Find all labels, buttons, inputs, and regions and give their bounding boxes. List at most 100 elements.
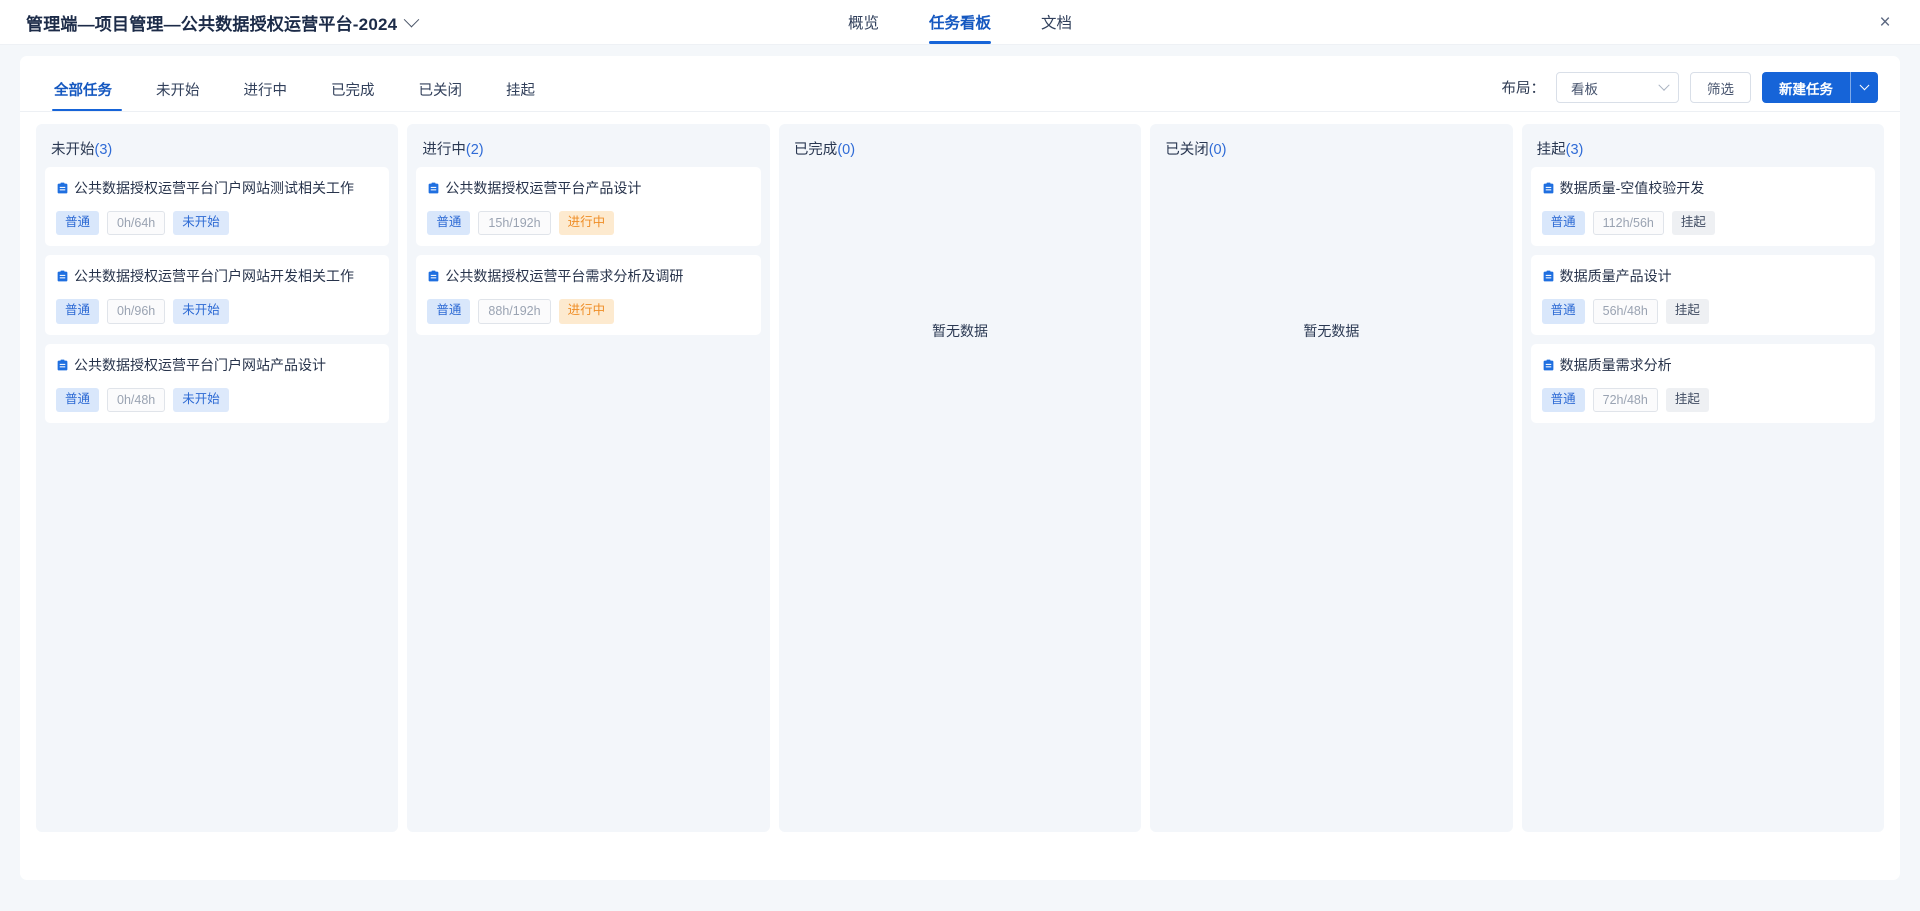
- document-icon: [1542, 358, 1555, 377]
- task-card-tags: 普通 56h/48h 挂起: [1541, 299, 1864, 324]
- column-title: 已关闭: [1165, 142, 1209, 158]
- task-card-title-row: 公共数据授权运营平台产品设计: [427, 179, 749, 200]
- create-task-dropdown-button[interactable]: [1850, 72, 1878, 103]
- task-card[interactable]: 公共数据授权运营平台门户网站开发相关工作普通 0h/96h 未开始: [45, 255, 390, 335]
- task-card-tags: 普通 0h/48h 未开始: [56, 387, 378, 413]
- kanban-column: 已关闭(0) 暂无数据: [1150, 124, 1513, 832]
- task-card-title-row: 数据质量需求分析: [1542, 356, 1864, 377]
- priority-tag: 普通: [56, 299, 100, 324]
- document-icon: [56, 358, 69, 377]
- column-header: 未开始(3): [45, 135, 389, 167]
- column-count: (0): [1208, 142, 1227, 158]
- column-count: (0): [837, 142, 856, 158]
- hours-tag: 15h/192h: [478, 210, 551, 236]
- task-title: 公共数据授权运营平台需求分析及调研: [445, 268, 684, 285]
- hours-tag: 72h/48h: [1592, 387, 1658, 413]
- layout-label: 布局：: [1501, 81, 1546, 97]
- top-nav-tabs: 概览 任务看板 文档: [848, 0, 1072, 44]
- status-filter-tabs: 全部任务 未开始 进行中 已完成 已关闭 挂起: [42, 79, 557, 111]
- status-badge: 未开始: [173, 387, 229, 413]
- task-card-tags: 普通 72h/48h 挂起: [1541, 387, 1864, 413]
- task-card-tags: 普通 88h/192h 进行中: [427, 299, 749, 324]
- board-toolbar: 布局： 看板 筛选 新建任务: [1501, 72, 1878, 103]
- kanban-column: 未开始(3) 公共数据授权运营平台门户网站测试相关工作 普通 0h/64h 未开始 公共数…: [36, 124, 399, 832]
- empty-state-text: 暂无数据: [1303, 323, 1360, 339]
- hours-tag: 88h/192h: [478, 299, 551, 324]
- priority-tag: 普通: [56, 387, 100, 413]
- main-panel: 全部任务 未开始 进行中 已完成 已关闭 挂起 布局： 看板 筛选 新建任务 未…: [20, 56, 1900, 880]
- hours-tag: 112h/56h: [1592, 210, 1664, 236]
- document-icon: [56, 269, 69, 288]
- task-card-title-row: 公共数据授权运营平台门户网站测试相关工作: [56, 179, 378, 200]
- priority-tag: 普通: [1541, 210, 1585, 236]
- column-title: 进行中: [422, 142, 466, 158]
- column-card-list: 数据质量-空值校验开发 普通 112h/56h 挂起 数据质量产品设计 普通 56h/48h…: [1530, 167, 1876, 424]
- status-badge: 进行中: [558, 210, 615, 236]
- column-count: (3): [94, 142, 113, 158]
- tab-documents[interactable]: 文档: [1041, 0, 1072, 44]
- column-header: 进行中(2): [416, 135, 760, 167]
- document-icon: [427, 181, 440, 200]
- tab-task-board[interactable]: 任务看板: [928, 0, 992, 44]
- task-card-tags: 普通 112h/56h 挂起: [1541, 210, 1864, 236]
- filter-tab-all[interactable]: 全部任务: [42, 79, 134, 111]
- filter-button[interactable]: 筛选: [1690, 72, 1751, 103]
- document-icon: [1542, 269, 1555, 288]
- document-icon: [56, 181, 69, 200]
- tab-overview[interactable]: 概览: [848, 0, 879, 44]
- hours-tag: 0h/96h: [107, 299, 166, 324]
- column-card-list: 公共数据授权运营平台产品设计 普通 15h/192h 进行中 公共数据授权运营平台需求分…: [416, 167, 761, 335]
- filter-bar: 全部任务 未开始 进行中 已完成 已关闭 挂起 布局： 看板 筛选 新建任务: [20, 56, 1900, 112]
- project-title-dropdown[interactable]: 管理端—项目管理—公共数据授权运营平台-2024: [0, 10, 420, 35]
- task-title: 公共数据授权运营平台门户网站测试相关工作: [74, 180, 354, 196]
- filter-tab-completed[interactable]: 已完成: [309, 79, 397, 111]
- task-card[interactable]: 公共数据授权运营平台产品设计 普通 15h/192h 进行中: [416, 167, 761, 247]
- task-card-title-row: 数据质量-空值校验开发: [1542, 179, 1864, 200]
- kanban-column: 进行中(2) 公共数据授权运营平台产品设计 普通 15h/192h 进行中 公共数据授权运…: [407, 124, 770, 832]
- task-card[interactable]: 数据质量产品设计普通 56h/48h 挂起: [1530, 255, 1876, 335]
- column-header: 已完成(0): [788, 135, 1132, 167]
- task-card-title-row: 公共数据授权运营平台门户网站开发相关工作: [56, 267, 378, 288]
- create-task-button[interactable]: 新建任务: [1762, 72, 1850, 103]
- filter-tab-closed[interactable]: 已关闭: [397, 79, 485, 111]
- layout-select[interactable]: 看板: [1556, 72, 1679, 103]
- layout-select-value: 看板: [1571, 81, 1598, 97]
- task-card-tags: 普通 0h/64h 未开始: [56, 210, 378, 236]
- status-badge: 未开始: [173, 299, 229, 324]
- filter-tab-notstarted[interactable]: 未开始: [134, 79, 222, 111]
- task-card[interactable]: 数据质量需求分析普通 72h/48h 挂起: [1530, 343, 1876, 424]
- task-card[interactable]: 公共数据授权运营平台门户网站产品设计普通 0h/48h 未开始: [45, 343, 390, 424]
- kanban-board: 未开始(3) 公共数据授权运营平台门户网站测试相关工作 普通 0h/64h 未开始 公共数…: [20, 112, 1900, 832]
- task-card[interactable]: 数据质量-空值校验开发普通 112h/56h 挂起: [1530, 167, 1876, 247]
- task-card[interactable]: 公共数据授权运营平台门户网站测试相关工作 普通 0h/64h 未开始: [45, 167, 390, 247]
- hours-tag: 56h/48h: [1592, 299, 1658, 324]
- status-badge: 挂起: [1671, 210, 1715, 236]
- column-card-list: 公共数据授权运营平台门户网站测试相关工作 普通 0h/64h 未开始 公共数据授权运营平…: [45, 167, 390, 424]
- column-header: 挂起(3): [1531, 135, 1875, 167]
- create-task-button-group[interactable]: 新建任务: [1762, 72, 1878, 103]
- task-title: 数据质量产品设计: [1559, 268, 1672, 285]
- chevron-down-icon: [1658, 79, 1670, 91]
- status-badge: 挂起: [1665, 387, 1709, 413]
- hours-tag: 0h/48h: [107, 387, 166, 413]
- priority-tag: 普通: [1541, 387, 1585, 413]
- filter-tab-onhold[interactable]: 挂起: [484, 79, 557, 111]
- document-icon: [427, 269, 440, 288]
- priority-tag: 普通: [56, 210, 100, 236]
- filter-tab-inprogress[interactable]: 进行中: [222, 79, 310, 111]
- column-header: 已关闭(0): [1159, 135, 1503, 167]
- column-count: (3): [1565, 142, 1584, 158]
- chevron-down-icon[interactable]: [404, 11, 420, 27]
- task-card[interactable]: 公共数据授权运营平台需求分析及调研 普通 88h/192h 进行中: [416, 255, 761, 335]
- hours-tag: 0h/64h: [107, 210, 166, 236]
- chevron-down-icon: [1859, 80, 1870, 91]
- task-title: 公共数据授权运营平台门户网站产品设计: [74, 356, 326, 373]
- task-title: 公共数据授权运营平台门户网站开发相关工作: [74, 268, 354, 285]
- task-title: 公共数据授权运营平台产品设计: [445, 180, 642, 196]
- column-title: 已完成: [793, 142, 838, 158]
- column-card-list: 暂无数据: [788, 167, 1132, 347]
- task-card-title-row: 公共数据授权运营平台需求分析及调研: [427, 267, 749, 288]
- close-icon[interactable]: ×: [1872, 9, 1898, 35]
- status-badge: 进行中: [558, 299, 615, 324]
- empty-state-text: 暂无数据: [932, 323, 989, 339]
